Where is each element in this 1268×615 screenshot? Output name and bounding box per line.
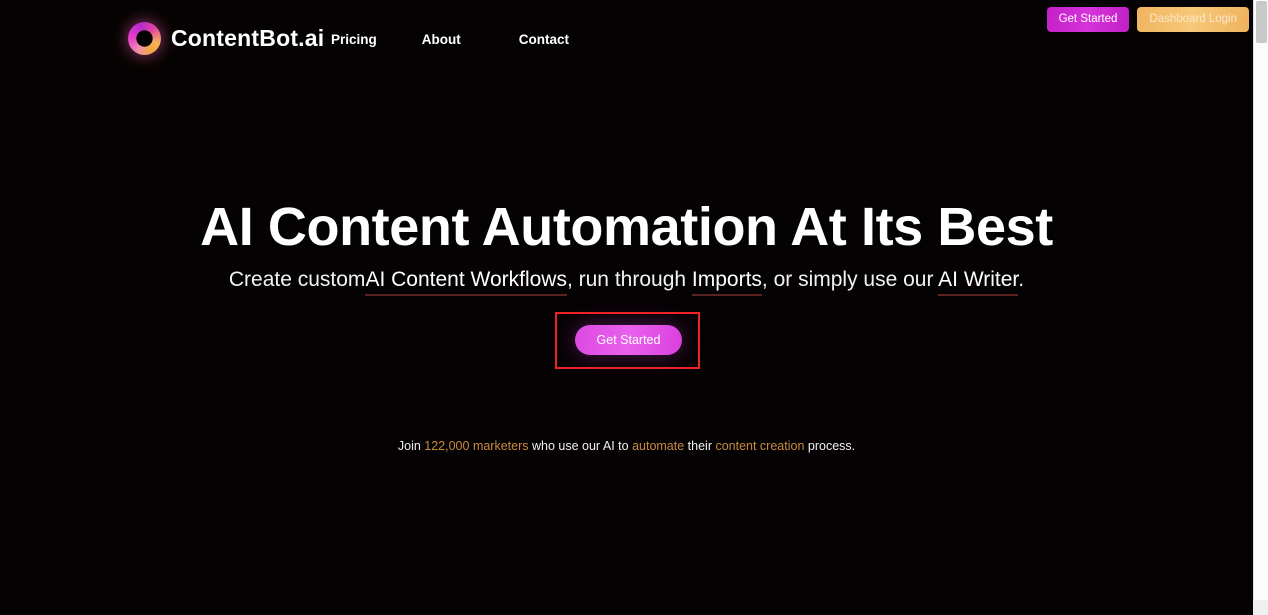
- hero-title: AI Content Automation At Its Best: [200, 197, 1053, 257]
- hero-subtitle: Create customAI Content Workflows, run t…: [0, 264, 1253, 296]
- hero-link-imports[interactable]: Imports: [691, 268, 762, 296]
- hero-cta-container: Get Started: [555, 312, 700, 369]
- social-proof-part2: who use our AI to: [528, 439, 633, 453]
- hero-get-started-button[interactable]: Get Started: [575, 325, 682, 355]
- hero-subtitle-mid2: , or simply use our: [761, 268, 939, 291]
- scrollbar-thumb[interactable]: [1256, 1, 1267, 43]
- hero-link-ai-content-workflows[interactable]: AI Content Workflows: [365, 268, 567, 296]
- social-proof-text: Join 122,000 marketers who use our AI to…: [0, 437, 1253, 455]
- social-proof-marketers-count: 122,000 marketers: [424, 439, 529, 453]
- social-proof-part4: process.: [804, 439, 856, 453]
- page-root: ContentBot.ai Pricing About Contact Get …: [0, 0, 1253, 615]
- scrollbar-corner: [1253, 600, 1268, 615]
- social-proof-part1: Join: [397, 439, 425, 453]
- social-proof-automate: automate: [632, 439, 685, 453]
- social-proof-part3: their: [684, 439, 716, 453]
- hero-subtitle-lead: Create custom: [228, 268, 366, 291]
- hero-link-ai-writer[interactable]: AI Writer: [938, 268, 1019, 296]
- hero-subtitle-mid1: , run through: [566, 268, 692, 291]
- vertical-scrollbar[interactable]: [1253, 0, 1268, 615]
- social-proof-content-creation: content creation: [715, 439, 805, 453]
- hero-subtitle-tail: .: [1018, 268, 1025, 291]
- hero-section: AI Content Automation At Its Best Create…: [0, 0, 1253, 615]
